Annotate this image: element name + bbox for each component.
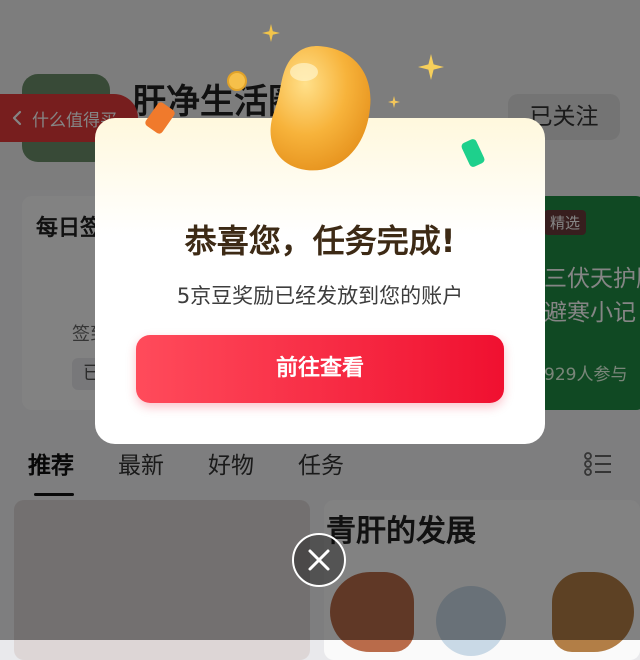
- view-reward-button[interactable]: 前往查看: [136, 335, 504, 403]
- sparkle-icon: [418, 54, 444, 80]
- close-dialog-button[interactable]: [292, 533, 346, 587]
- sparkle-icon: [388, 96, 400, 108]
- dialog-title: 恭喜您，任务完成!: [184, 222, 456, 260]
- coin-icon: [227, 71, 247, 91]
- dialog-subtitle: 5京豆奖励已经发放到您的账户: [176, 284, 464, 308]
- close-icon: [308, 549, 330, 571]
- jd-bean-icon: [270, 46, 371, 171]
